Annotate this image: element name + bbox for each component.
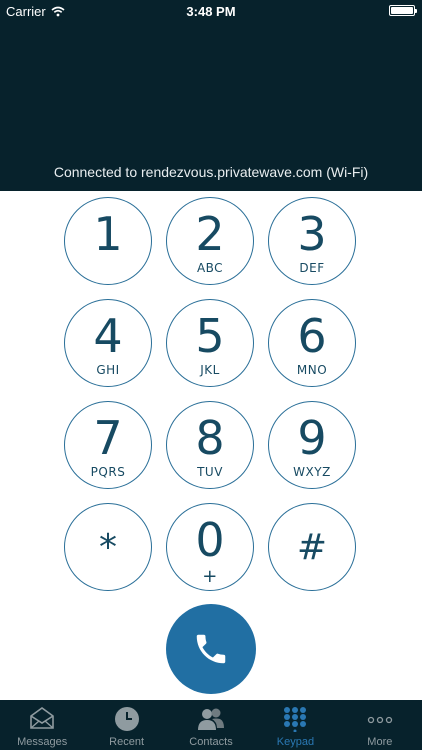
key-digit: 1 (93, 207, 123, 261)
key-digit: 5 (195, 309, 225, 363)
key-digit: * (99, 527, 117, 568)
envelope-icon (30, 707, 55, 729)
key-digit: 7 (93, 411, 123, 465)
status-time: 3:48 PM (186, 4, 236, 19)
tab-more[interactable]: More (338, 700, 422, 750)
key-6[interactable]: 6 MNO (268, 299, 356, 387)
clock-icon (114, 707, 139, 731)
key-digit: 3 (297, 207, 327, 261)
key-letters: DEF (299, 261, 325, 275)
key-digit: 4 (93, 309, 123, 363)
tab-label: Messages (17, 736, 68, 748)
header-panel: Carrier 3:48 PM Connected to rendezvous.… (0, 0, 422, 191)
tab-messages[interactable]: Messages (0, 700, 84, 750)
key-star[interactable]: * (64, 503, 152, 591)
key-hash[interactable]: # (268, 503, 356, 591)
key-digit: 2 (195, 207, 225, 261)
key-digit: 6 (297, 309, 327, 363)
key-letters: WXYZ (293, 465, 331, 479)
key-letters: MNO (296, 363, 328, 377)
key-letters: GHI (96, 363, 120, 377)
call-button[interactable] (166, 604, 256, 694)
key-digit: # (296, 527, 328, 568)
battery-icon (389, 5, 417, 16)
phone-icon (196, 634, 226, 664)
tab-contacts[interactable]: Contacts (169, 700, 253, 750)
key-digit: 9 (297, 411, 327, 465)
key-3[interactable]: 3 DEF (268, 197, 356, 285)
key-7[interactable]: 7 PQRS (64, 401, 152, 489)
key-letters: + (202, 566, 218, 587)
tab-recent[interactable]: Recent (84, 700, 168, 750)
key-1[interactable]: 1 (64, 197, 152, 285)
key-digit: 0 (195, 513, 225, 567)
key-8[interactable]: 8 TUV (166, 401, 254, 489)
tab-label: Keypad (276, 736, 315, 748)
key-9[interactable]: 9 WXYZ (268, 401, 356, 489)
tab-bar: Messages Recent Contacts Keypad More (0, 700, 422, 750)
more-icon (367, 716, 392, 724)
key-2[interactable]: 2 ABC (166, 197, 254, 285)
key-letters: JKL (200, 363, 220, 377)
key-5[interactable]: 5 JKL (166, 299, 254, 387)
tab-keypad[interactable]: Keypad (253, 700, 337, 750)
status-bar: Carrier 3:48 PM (0, 0, 422, 22)
key-letters: TUV (197, 465, 223, 479)
tab-label: More (367, 736, 393, 748)
tab-label: Contacts (189, 736, 233, 748)
key-digit: 8 (195, 411, 225, 465)
key-0[interactable]: 0 + (166, 503, 254, 591)
key-letters: PQRS (90, 465, 126, 479)
people-icon (198, 708, 225, 730)
tab-label: Recent (109, 736, 145, 748)
keypad-grid-icon (284, 707, 307, 732)
key-letters: ABC (196, 261, 224, 275)
key-4[interactable]: 4 GHI (64, 299, 152, 387)
connection-status: Connected to rendezvous.privatewave.com … (53, 164, 369, 180)
